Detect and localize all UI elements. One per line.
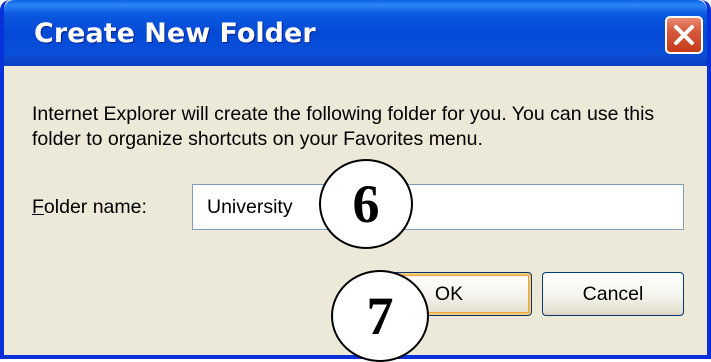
callout-marker-6: 6 [319, 159, 413, 249]
callout-marker-7: 7 [331, 270, 429, 362]
title-bar[interactable]: Create New Folder [4, 0, 707, 66]
close-button[interactable] [665, 16, 703, 54]
folder-label-mnemonic: F [32, 196, 44, 218]
close-icon [674, 25, 694, 45]
cancel-button[interactable]: Cancel [542, 272, 684, 316]
folder-label-rest: older name: [43, 196, 147, 218]
folder-name-label: Folder name: [32, 196, 147, 219]
window-title: Create New Folder [34, 18, 316, 49]
folder-name-input[interactable] [192, 184, 684, 230]
description-text: Internet Explorer will create the follow… [32, 103, 655, 150]
